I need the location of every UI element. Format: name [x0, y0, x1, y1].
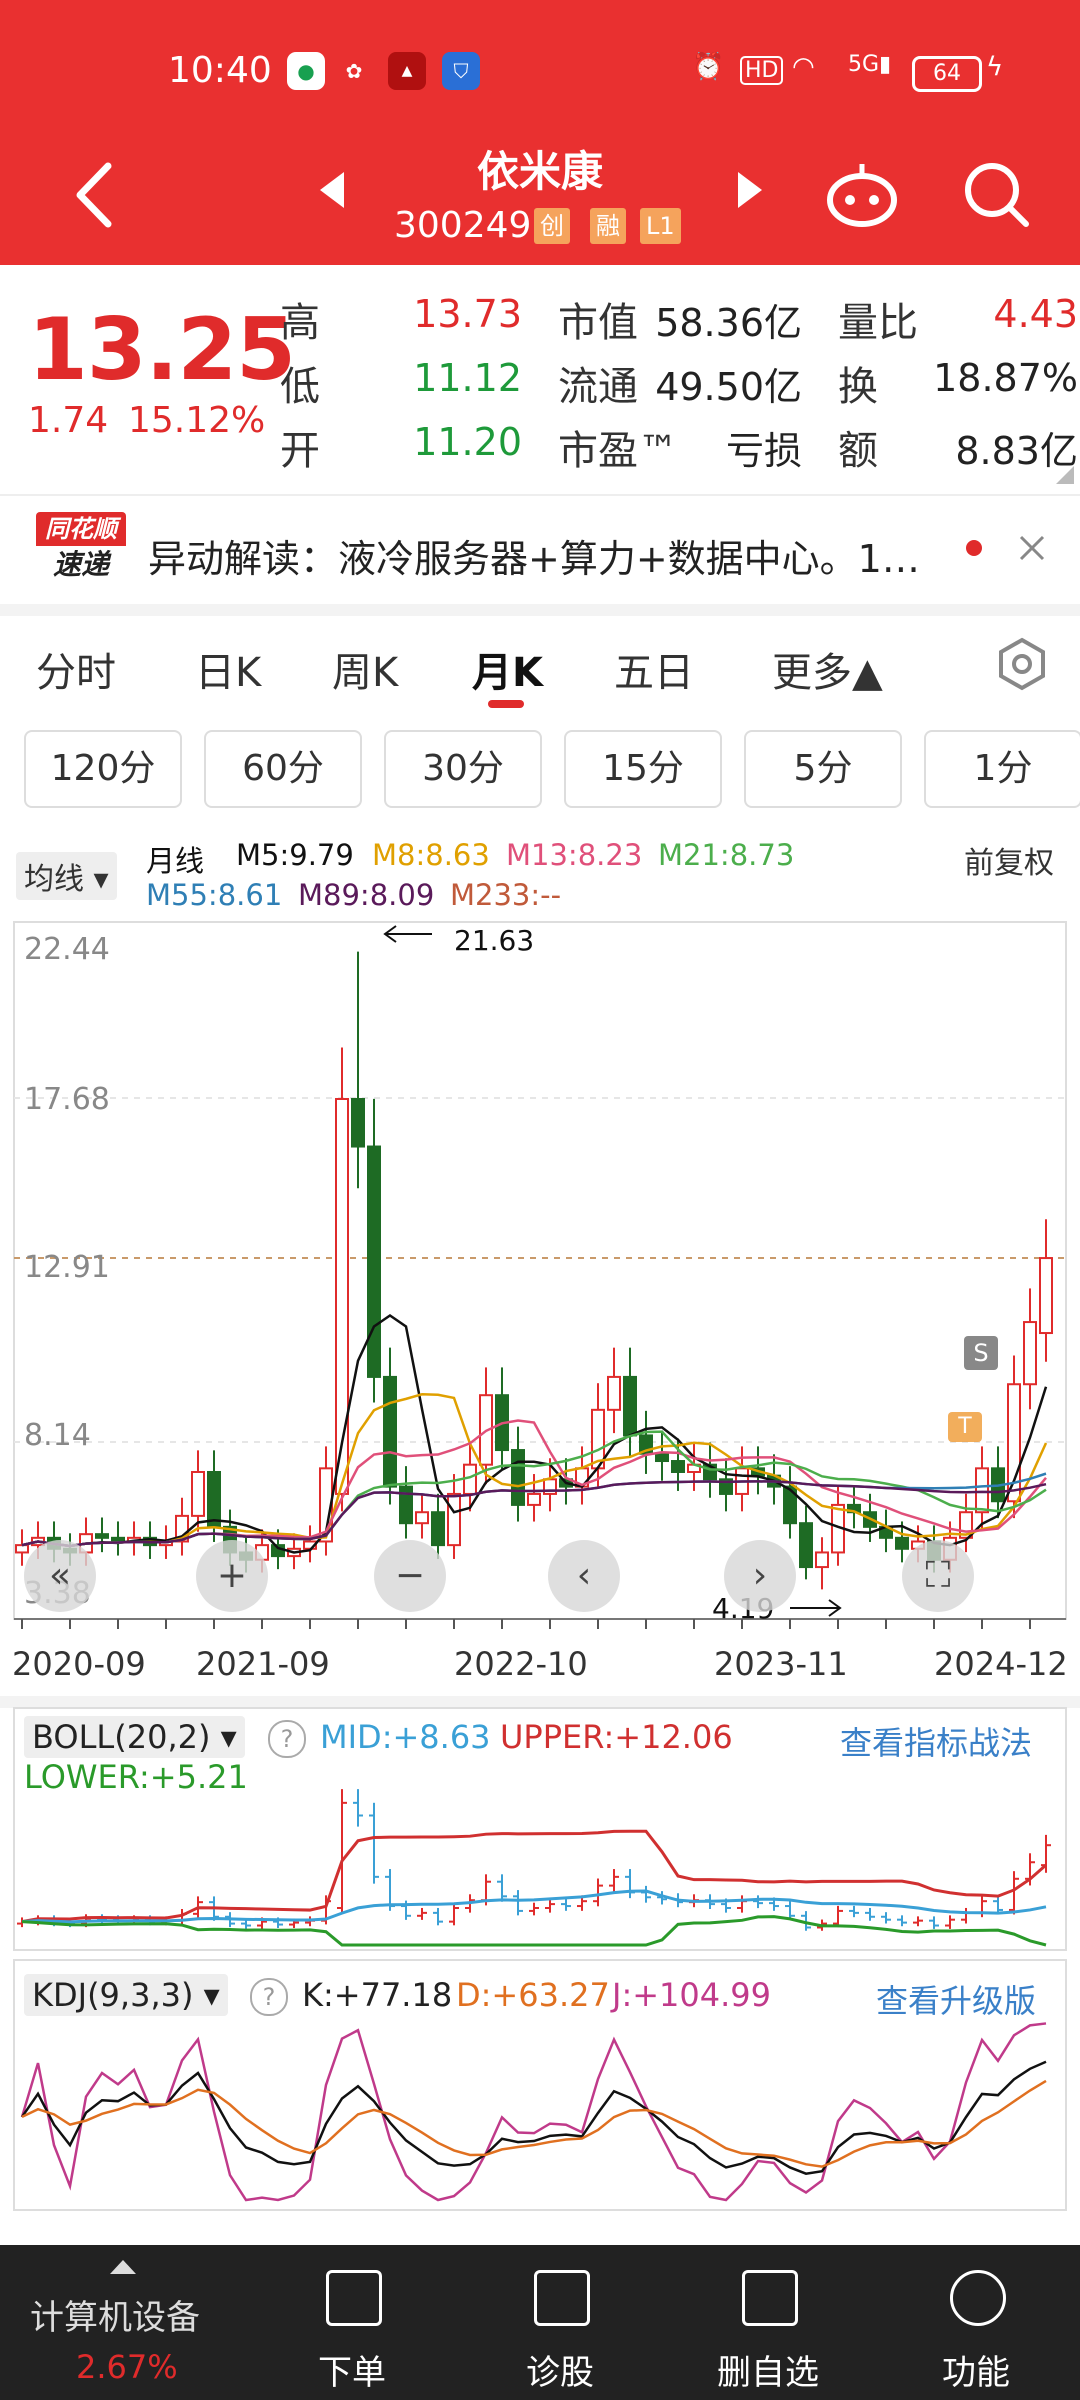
function-button[interactable]: 功能: [896, 2345, 1056, 2394]
sector-name[interactable]: 计算机设备: [30, 2290, 200, 2339]
expand-up-icon[interactable]: [108, 2258, 138, 2276]
kdj-selector[interactable]: KDJ(9,3,3) ▾: [24, 1974, 228, 2016]
diagnose-button[interactable]: 诊股: [480, 2345, 640, 2394]
remove-watchlist-button[interactable]: 删自选: [688, 2345, 848, 2394]
remove-watchlist-icon[interactable]: [742, 2270, 798, 2326]
help-icon[interactable]: ?: [250, 1978, 288, 2016]
kdj-k: K:+77.18: [302, 1976, 453, 2014]
kdj-upgrade-link[interactable]: 查看升级版: [876, 1976, 1036, 2022]
order-button[interactable]: 下单: [272, 2345, 432, 2394]
diagnose-icon[interactable]: [534, 2270, 590, 2326]
kdj-j: J:+104.99: [612, 1976, 771, 2014]
kdj-d: D:+63.27: [456, 1976, 610, 2014]
sector-change: 2.67%: [76, 2348, 178, 2386]
order-icon[interactable]: [326, 2270, 382, 2326]
kdj-line: [20, 2022, 1047, 2202]
kdj-svg: [13, 1959, 1067, 2211]
function-icon[interactable]: [950, 2270, 1006, 2326]
